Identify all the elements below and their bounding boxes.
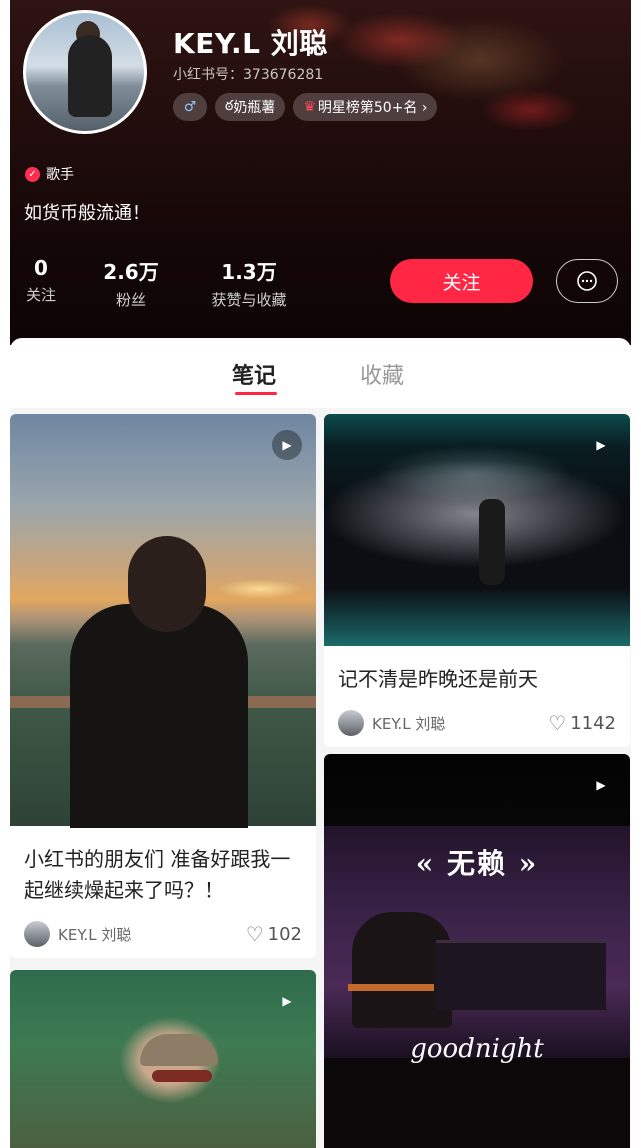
note-card[interactable]: ▶ 小红书的朋友们 准备好跟我一起继续燥起来了吗？！ KEY.L 刘聪 ♡ 10… [10,414,316,958]
message-button[interactable] [556,259,618,303]
like-count: 102 [267,923,302,945]
author-avatar[interactable] [338,710,364,736]
profile-bio: 如货币般流通！ [24,203,150,224]
note-meta: KEY.L 刘聪 ♡ 102 [24,920,302,948]
heart-icon: ♡ [245,922,264,946]
note-card[interactable]: « 无赖 » goodnight ▶ [324,754,630,1148]
note-author[interactable]: KEY.L 刘聪 [58,924,246,945]
profile-stats: 0 关注 2.6万 粉丝 1.3万 获赞与收藏 [24,256,294,310]
note-author[interactable]: KEY.L 刘聪 [372,713,548,734]
stat-following[interactable]: 0 关注 [24,256,58,310]
gender-tag: ♂ [173,93,207,121]
note-meta: KEY.L 刘聪 ♡ 1142 [338,709,616,737]
video-play-icon: ▶ [272,430,302,460]
verified-check-icon: ✓ [25,166,40,182]
note-title: 小红书的朋友们 准备好跟我一起继续燥起来了吗？！ [24,847,291,902]
profile-screen: KEY.L 刘聪 小红书号：373676281 ♂ ఠ 奶瓶薯 ♛ 明星榜第50+名… [0,0,641,1148]
cover-overlay-subtitle: goodnight [410,1034,544,1064]
tab-collections[interactable]: 收藏 [360,358,404,390]
ranking-tag-label: 明星榜第50+名 › [317,100,428,116]
note-title: 记不清是昨晚还是前天 [338,667,538,691]
profile-id: 小红书号：373676281 [173,67,324,83]
note-cover-image: ▶ [10,414,316,828]
video-play-icon: ▶ [596,778,606,792]
avatar[interactable] [23,10,147,134]
right-border [631,0,641,1148]
avatar-figure [68,35,112,117]
note-card[interactable]: ▶ [10,970,316,1148]
active-tab-indicator [235,392,277,395]
stat-following-value: 0 [34,256,48,280]
stat-likes-value: 1.3万 [221,260,277,284]
stat-followers-value: 2.6万 [103,260,159,284]
verified-badge: ✓ 歌手 [25,164,74,184]
profile-header: KEY.L 刘聪 小红书号：373676281 ♂ ఠ 奶瓶薯 ♛ 明星榜第50+名… [10,0,631,345]
follow-button[interactable]: 关注 [390,259,533,303]
cover-person-head [128,536,206,632]
cover-sunglasses [152,1070,212,1082]
profile-tags: ♂ ఠ 奶瓶薯 ♛ 明星榜第50+名 › [173,93,438,121]
cover-overlay-title: « 无赖 » [415,847,539,880]
like-count: 1142 [570,712,616,734]
cover-performer [479,499,505,585]
stat-followers[interactable]: 2.6万 粉丝 [98,256,164,310]
note-cover-image: ▶ [10,970,316,1148]
heart-icon: ♡ [548,711,567,735]
tab-notes[interactable]: 笔记 [232,358,276,390]
male-icon: ♂ [183,99,197,115]
like-button[interactable]: ♡ 102 [246,922,302,946]
video-play-icon: ▶ [596,438,606,452]
cover-piano [436,940,606,1010]
cover-person [70,604,248,828]
note-cover-image: ▶ [324,414,630,646]
crown-icon: ♛ [303,99,316,115]
stat-likes[interactable]: 1.3万 获赞与收藏 [204,256,294,310]
stat-likes-label: 获赞与收藏 [211,291,287,309]
author-avatar[interactable] [24,921,50,947]
ranking-tag[interactable]: ♛ 明星榜第50+名 › [293,93,438,121]
bottle-icon: ఠ [225,97,234,114]
verified-label: 歌手 [46,167,74,183]
profile-name: KEY.L 刘聪 [173,27,328,60]
left-border [0,0,10,1148]
level-tag-label: 奶瓶薯 [233,100,276,116]
stat-following-label: 关注 [25,286,56,304]
tab-bar: 笔记 收藏 [10,338,631,408]
video-play-icon: ▶ [282,994,292,1008]
note-cover-image: « 无赖 » goodnight ▶ [324,754,630,1148]
like-button[interactable]: ♡ 1142 [548,711,616,735]
cover-hat [140,1034,218,1066]
chat-bubble-icon [577,271,597,291]
stat-followers-label: 粉丝 [115,291,146,309]
level-tag[interactable]: ఠ 奶瓶薯 [215,93,286,121]
note-card[interactable]: ▶ 记不清是昨晚还是前天 KEY.L 刘聪 ♡ 1142 [324,414,630,747]
cover-sleeve-stripe [348,984,434,991]
notes-feed: ▶ 小红书的朋友们 准备好跟我一起继续燥起来了吗？！ KEY.L 刘聪 ♡ 10… [0,408,641,1148]
